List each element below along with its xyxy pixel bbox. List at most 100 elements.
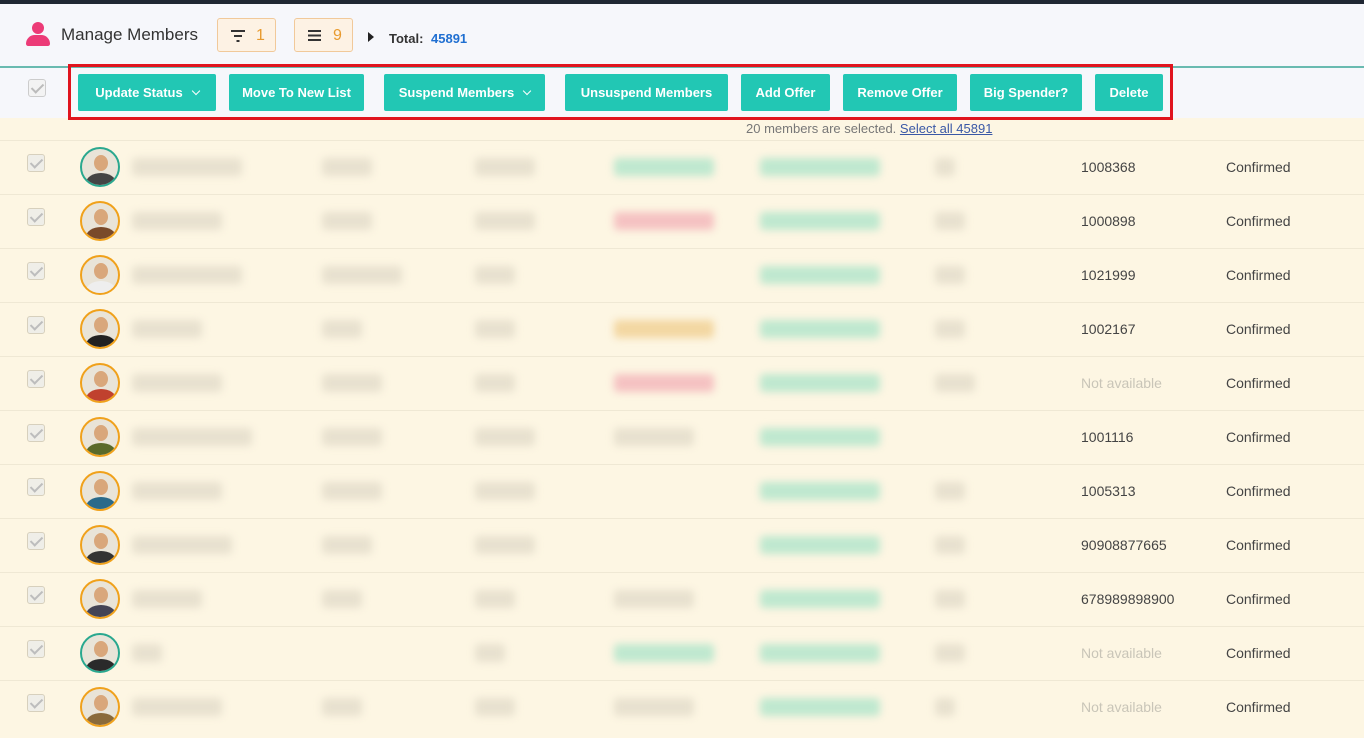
list-count: 9 — [333, 27, 342, 44]
member-status: Confirmed — [1226, 699, 1291, 715]
redacted-cell — [935, 482, 965, 500]
table-row[interactable]: 1002167 Confirmed — [0, 302, 1364, 356]
member-status: Confirmed — [1226, 267, 1291, 283]
table-row[interactable]: Not available Confirmed — [0, 680, 1364, 734]
redacted-cell — [614, 320, 714, 338]
caret-right-icon[interactable] — [368, 32, 374, 42]
row-checkbox[interactable] — [27, 424, 45, 442]
member-id: Not available — [1081, 645, 1162, 661]
table-row[interactable]: 90908877665 Confirmed — [0, 518, 1364, 572]
redacted-cell — [760, 644, 880, 662]
redacted-cell — [935, 266, 965, 284]
avatar — [80, 687, 120, 727]
select-all-checkbox[interactable] — [28, 79, 46, 97]
redacted-cell — [322, 698, 362, 716]
table-row[interactable]: 1021999 Confirmed — [0, 248, 1364, 302]
row-checkbox[interactable] — [27, 208, 45, 226]
redacted-cell — [935, 212, 965, 230]
member-status: Confirmed — [1226, 429, 1291, 445]
redacted-cell — [614, 428, 694, 446]
redacted-cell — [614, 644, 714, 662]
redacted-cell — [475, 320, 515, 338]
member-status: Confirmed — [1226, 645, 1291, 661]
redacted-cell — [322, 590, 362, 608]
redacted-cell — [132, 320, 202, 338]
total-label: Total: — [389, 31, 424, 46]
redacted-cell — [475, 266, 515, 284]
select-all-link[interactable]: Select all 45891 — [900, 121, 993, 136]
member-id: Not available — [1081, 699, 1162, 715]
redacted-cell — [132, 266, 242, 284]
redacted-cell — [132, 698, 222, 716]
member-status: Confirmed — [1226, 537, 1291, 553]
list-chip[interactable]: 9 — [294, 18, 353, 52]
redacted-cell — [475, 212, 535, 230]
row-checkbox[interactable] — [27, 640, 45, 658]
avatar — [80, 201, 120, 241]
redacted-cell — [760, 266, 880, 284]
redacted-cell — [760, 590, 880, 608]
row-checkbox[interactable] — [27, 532, 45, 550]
redacted-cell — [322, 212, 372, 230]
avatar — [80, 471, 120, 511]
row-checkbox[interactable] — [27, 316, 45, 334]
redacted-cell — [132, 212, 222, 230]
redacted-cell — [132, 536, 232, 554]
avatar — [80, 147, 120, 187]
members-table: Update Status Move To New List Suspend M… — [0, 64, 1364, 738]
member-status: Confirmed — [1226, 483, 1291, 499]
member-status: Confirmed — [1226, 591, 1291, 607]
redacted-cell — [322, 320, 362, 338]
redacted-cell — [935, 374, 975, 392]
redacted-cell — [322, 158, 372, 176]
table-row[interactable]: 1000898 Confirmed — [0, 194, 1364, 248]
avatar — [80, 417, 120, 457]
row-checkbox[interactable] — [27, 478, 45, 496]
redacted-cell — [614, 590, 694, 608]
filter-chip[interactable]: 1 — [217, 18, 276, 52]
table-row[interactable]: Not available Confirmed — [0, 356, 1364, 410]
table-row[interactable]: 1008368 Confirmed — [0, 140, 1364, 194]
redacted-cell — [132, 158, 242, 176]
row-checkbox[interactable] — [27, 370, 45, 388]
table-row[interactable]: 1001116 Confirmed — [0, 410, 1364, 464]
redacted-cell — [475, 698, 515, 716]
selection-note: 20 members are selected. Select all 4589… — [746, 121, 992, 136]
redacted-cell — [132, 482, 222, 500]
list-icon — [308, 30, 321, 41]
row-checkbox[interactable] — [27, 586, 45, 604]
member-id: Not available — [1081, 375, 1162, 391]
redacted-cell — [760, 374, 880, 392]
row-checkbox[interactable] — [27, 262, 45, 280]
filter-icon — [231, 30, 245, 42]
member-id: 1000898 — [1081, 213, 1136, 229]
bulk-action-bar: Update Status Move To New List Suspend M… — [0, 64, 1364, 120]
table-row[interactable]: Not available Confirmed — [0, 626, 1364, 680]
redacted-cell — [322, 374, 382, 392]
user-icon — [26, 22, 50, 48]
redacted-cell — [760, 482, 880, 500]
avatar — [80, 309, 120, 349]
member-status: Confirmed — [1226, 213, 1291, 229]
redacted-cell — [935, 644, 965, 662]
redacted-cell — [760, 212, 880, 230]
redacted-cell — [132, 374, 222, 392]
table-row[interactable]: 678989898900 Confirmed — [0, 572, 1364, 626]
redacted-cell — [760, 698, 880, 716]
row-checkbox[interactable] — [27, 694, 45, 712]
row-checkbox[interactable] — [27, 154, 45, 172]
redacted-cell — [760, 428, 880, 446]
redacted-cell — [614, 212, 714, 230]
member-status: Confirmed — [1226, 321, 1291, 337]
member-id: 1008368 — [1081, 159, 1136, 175]
member-id: 1002167 — [1081, 321, 1136, 337]
redacted-cell — [760, 536, 880, 554]
redacted-cell — [935, 698, 955, 716]
table-row[interactable]: 1005313 Confirmed — [0, 464, 1364, 518]
redacted-cell — [760, 158, 880, 176]
member-id: 1005313 — [1081, 483, 1136, 499]
redacted-cell — [475, 482, 535, 500]
member-id: 678989898900 — [1081, 591, 1175, 607]
redacted-cell — [614, 698, 694, 716]
redacted-cell — [475, 644, 505, 662]
